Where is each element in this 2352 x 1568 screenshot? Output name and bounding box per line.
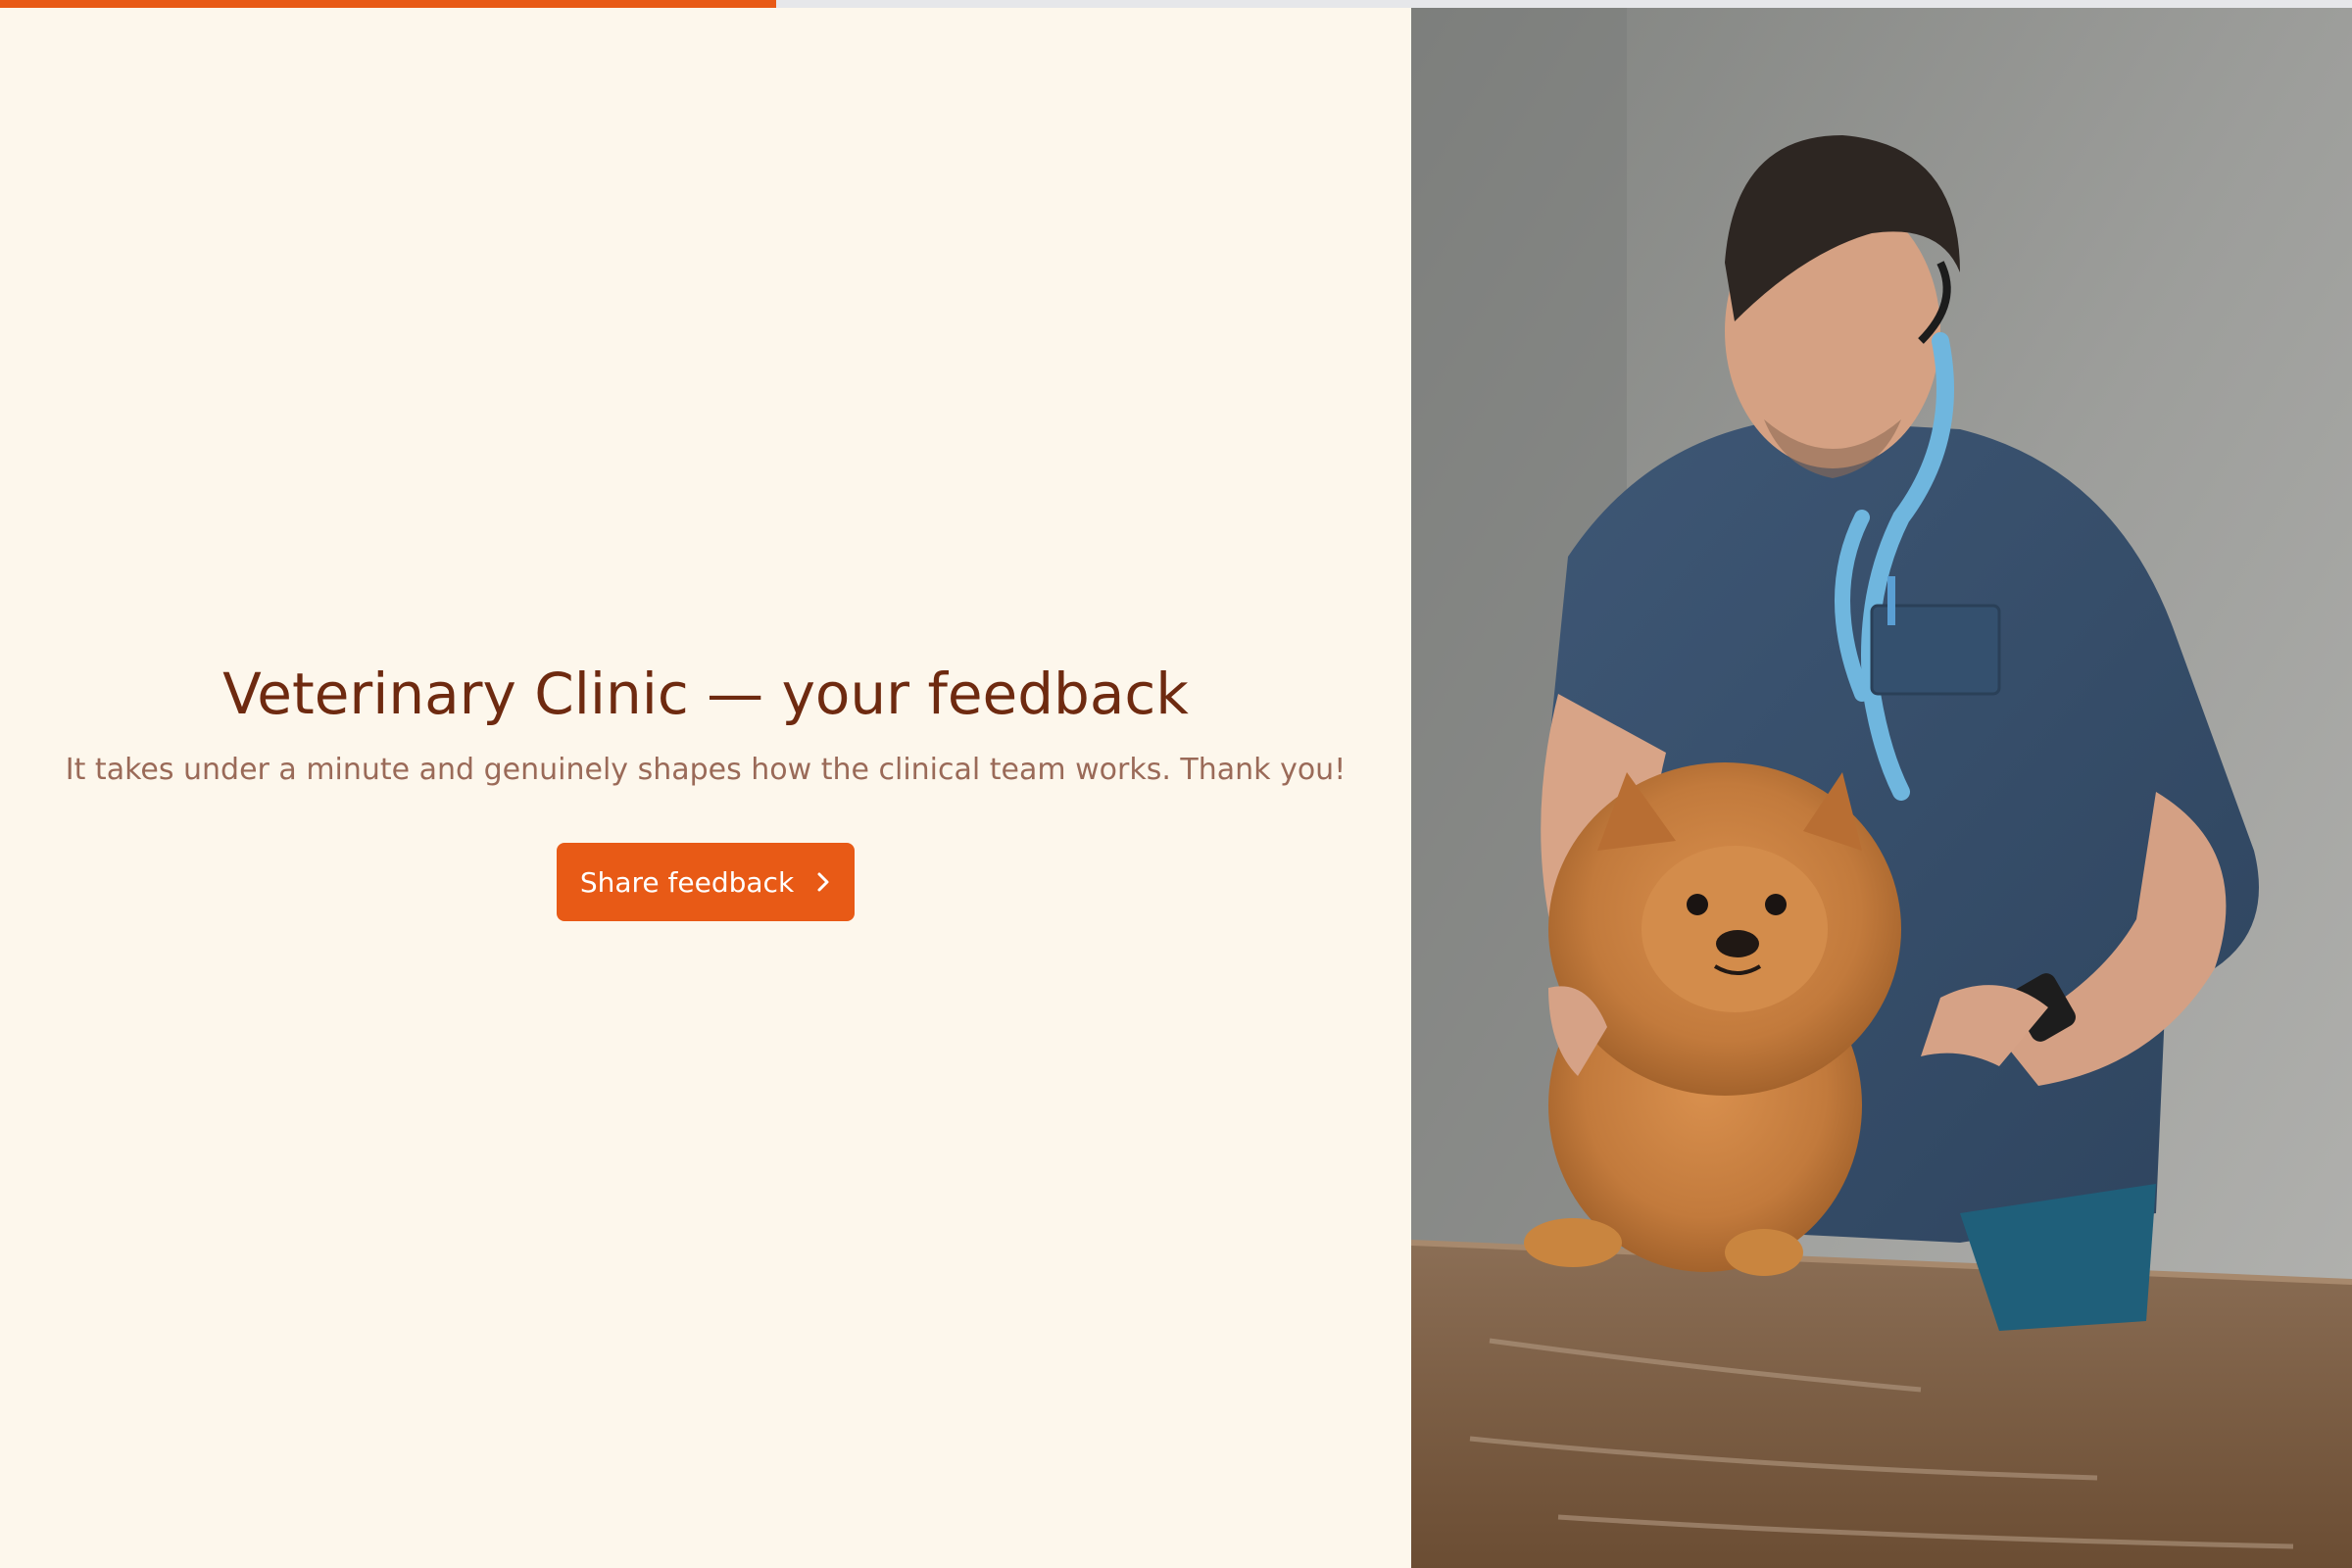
intro-panel: Veterinary Clinic — your feedback It tak… <box>0 8 1411 1568</box>
share-feedback-button[interactable]: Share feedback <box>557 843 855 921</box>
progress-bar <box>0 0 2352 8</box>
page-subtitle: It takes under a minute and genuinely sh… <box>65 753 1347 787</box>
page-title: Veterinary Clinic — your feedback <box>222 661 1189 727</box>
progress-bar-fill <box>0 0 776 8</box>
chevron-right-icon <box>815 870 831 894</box>
vet-with-dog-image <box>1411 8 2352 1568</box>
hero-photo <box>1411 8 2352 1568</box>
intro-content: Veterinary Clinic — your feedback It tak… <box>0 655 1411 921</box>
share-feedback-label: Share feedback <box>579 865 795 899</box>
